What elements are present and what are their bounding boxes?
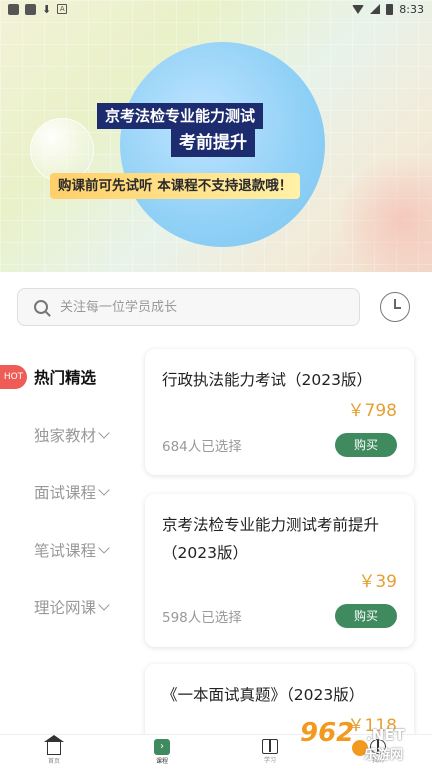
nav-courses[interactable]: › 课程: [108, 735, 216, 769]
battery-icon: [386, 3, 394, 15]
watermark-sub: 乐游网: [364, 748, 404, 763]
category-interview-courses[interactable]: 面试课程: [34, 481, 110, 503]
signal-icon: [370, 4, 381, 14]
home-icon: [44, 735, 64, 755]
watermark-brand: 962: [300, 718, 355, 748]
search-icon: [34, 300, 48, 314]
buy-button[interactable]: 购买: [335, 604, 397, 628]
nav-label: 课程: [155, 758, 168, 765]
category-label: 热门精选: [34, 369, 97, 387]
status-bar: ⬇ A 8:33: [0, 0, 432, 18]
notification-icon: [25, 3, 36, 15]
nav-label: 首页: [47, 758, 60, 765]
course-card[interactable]: 京考法检专业能力测试考前提升（2023版） ￥39 598人已选择 购买: [145, 494, 414, 647]
course-icon: ›: [154, 739, 170, 755]
buy-button[interactable]: 购买: [335, 433, 397, 457]
category-label: 笔试课程: [34, 542, 97, 560]
wifi-icon: [352, 4, 365, 14]
chevron-down-icon: [98, 426, 110, 439]
clock: 8:33: [399, 2, 424, 16]
watermark-suffix: .NET: [366, 726, 405, 744]
search-bar[interactable]: [17, 288, 360, 326]
course-enrolled-count: 684人已选择: [162, 439, 242, 455]
category-label: 理论网课: [34, 599, 97, 617]
course-price: ￥798: [347, 401, 397, 421]
course-title: 《一本面试真题》（2023版）: [162, 686, 365, 704]
search-input[interactable]: [60, 299, 310, 315]
course-title: 京考法检专业能力测试考前提升（2023版）: [162, 516, 380, 562]
chevron-down-icon: [98, 541, 110, 554]
a-notification-icon: A: [57, 4, 68, 14]
course-banner[interactable]: 京考法检专业能力测试 考前提升 购课前可先试听 本课程不支持退款哦！: [0, 0, 432, 272]
course-enrolled-count: 598人已选择: [162, 610, 242, 626]
notification-icon: [8, 3, 19, 15]
chevron-down-icon: [98, 483, 110, 496]
download-icon: ⬇: [42, 2, 52, 16]
banner-refund-note: 购课前可先试听 本课程不支持退款哦！: [50, 173, 301, 199]
history-clock-button[interactable]: [380, 292, 410, 322]
category-label: 独家教材: [34, 427, 97, 445]
chevron-down-icon: [98, 598, 110, 611]
course-title: 行政执法能力考试（2023版）: [162, 371, 372, 389]
course-card[interactable]: 行政执法能力考试（2023版） ￥798 684人已选择 购买: [145, 349, 414, 475]
course-price: ￥39: [358, 572, 397, 592]
hot-badge: HOT: [0, 365, 27, 389]
nav-label: 学习: [263, 757, 276, 764]
category-hot-picks[interactable]: 热门精选: [34, 366, 96, 388]
category-exclusive-materials[interactable]: 独家教材: [34, 424, 110, 446]
banner-title-line2: 考前提升: [171, 129, 255, 157]
category-theory-online[interactable]: 理论网课: [34, 596, 110, 618]
nav-home[interactable]: 首页: [0, 735, 108, 769]
category-written-courses[interactable]: 笔试课程: [34, 539, 110, 561]
status-bar-notifications: ⬇ A: [8, 2, 68, 16]
site-watermark: 962 .NET 乐游网: [292, 712, 432, 769]
book-icon: [262, 739, 278, 754]
category-label: 面试课程: [34, 484, 97, 502]
status-bar-system: 8:33: [352, 3, 424, 16]
banner-title-line1: 京考法检专业能力测试: [97, 103, 264, 129]
